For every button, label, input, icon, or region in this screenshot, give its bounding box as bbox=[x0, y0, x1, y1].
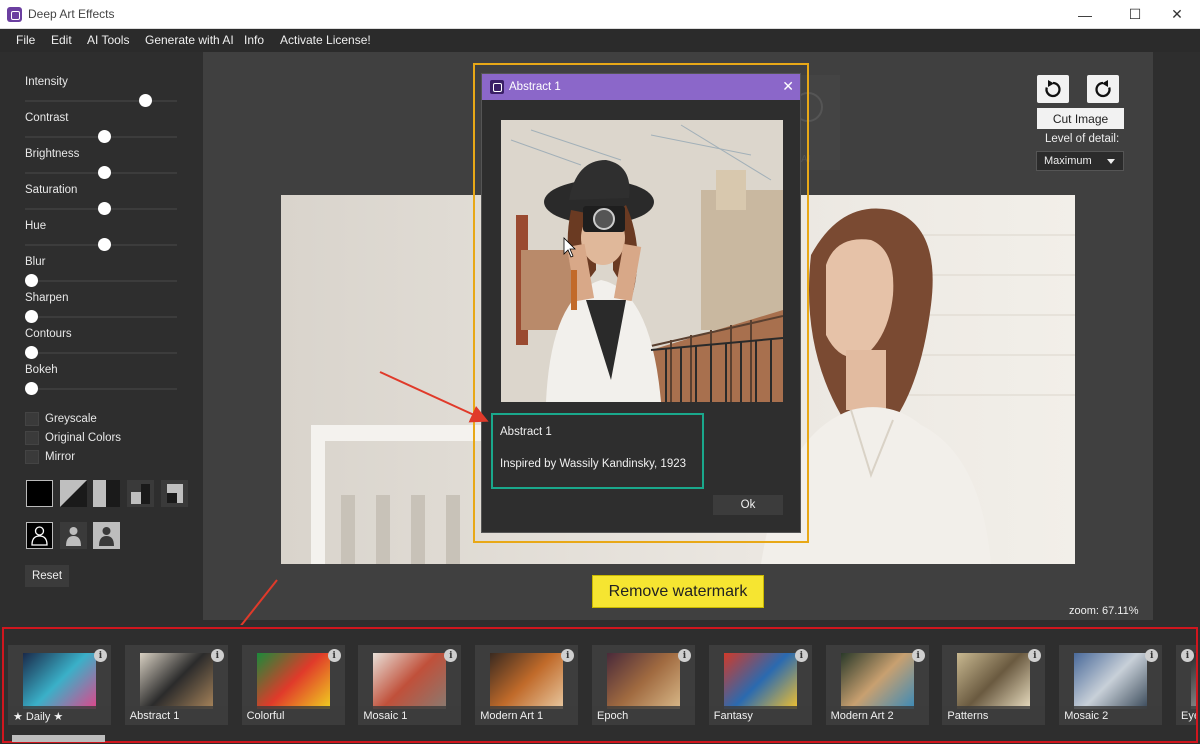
highlight-box-styles bbox=[2, 627, 1198, 743]
arrow-to-description bbox=[379, 371, 489, 423]
styles-scrollbar-thumb[interactable] bbox=[12, 735, 105, 742]
